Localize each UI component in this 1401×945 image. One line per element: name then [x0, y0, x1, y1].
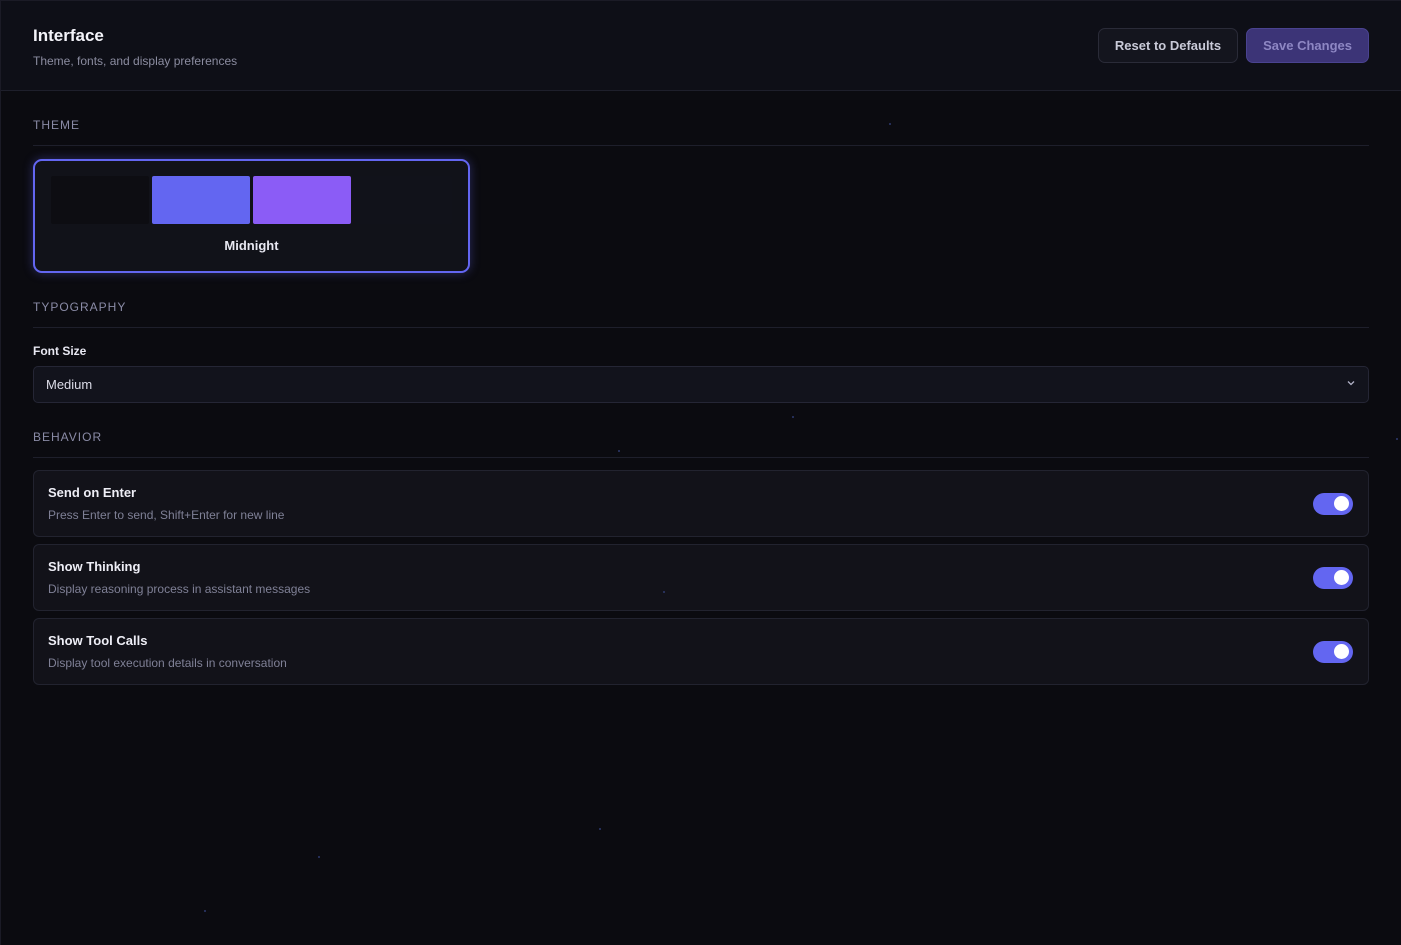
theme-swatch: [253, 176, 351, 224]
theme-card-midnight[interactable]: Midnight: [33, 159, 470, 273]
settings-content: THEME Midnight TYPOGRAPHY Font Size Medi…: [1, 91, 1401, 685]
toggle-label: Send on Enter: [48, 485, 137, 500]
show-thinking-toggle[interactable]: [1313, 566, 1353, 589]
behavior-section-title: BEHAVIOR: [33, 403, 1369, 458]
page-header: Interface Theme, fonts, and display pref…: [1, 1, 1401, 91]
theme-swatch: [152, 176, 250, 224]
toggle-row-send-on-enter: Send on Enter Press Enter to send, Shift…: [33, 470, 1369, 537]
toggle-row-show-thinking: Show Thinking Display reasoning process …: [33, 544, 1369, 611]
font-size-select-value: Medium: [46, 377, 93, 392]
background-star-dot: [1396, 438, 1398, 440]
toggle-knob: [1334, 496, 1349, 511]
header-text: Interface Theme, fonts, and display pref…: [33, 24, 237, 68]
behavior-toggle-list: Send on Enter Press Enter to send, Shift…: [33, 470, 1369, 685]
page-title: Interface: [33, 25, 104, 45]
toggle-label: Show Thinking: [48, 559, 141, 574]
theme-swatch: [354, 176, 452, 224]
toggle-label: Show Tool Calls: [48, 633, 148, 648]
send-on-enter-toggle[interactable]: [1313, 492, 1353, 515]
toggle-description: Display tool execution details in conver…: [48, 656, 287, 670]
toggle-description: Display reasoning process in assistant m…: [48, 582, 311, 596]
chevron-down-icon: [1346, 378, 1356, 391]
reset-to-defaults-button[interactable]: Reset to Defaults: [1097, 28, 1239, 63]
theme-section-title: THEME: [33, 91, 1369, 146]
toggle-row-show-tool-calls: Show Tool Calls Display tool execution d…: [33, 618, 1369, 685]
toggle-description: Press Enter to send, Shift+Enter for new…: [48, 508, 285, 522]
toggle-text: Send on Enter Press Enter to send, Shift…: [48, 485, 284, 522]
theme-name: Midnight: [224, 238, 279, 253]
theme-swatches: [51, 176, 452, 224]
theme-swatch: [51, 176, 149, 224]
background-star-dot: [663, 591, 665, 593]
font-size-select[interactable]: Medium: [33, 366, 1369, 403]
toggle-knob: [1334, 570, 1349, 585]
toggle-text: Show Tool Calls Display tool execution d…: [48, 633, 287, 670]
header-actions: Reset to Defaults Save Changes: [1097, 28, 1369, 63]
background-star-dot: [204, 910, 206, 912]
save-changes-button[interactable]: Save Changes: [1246, 28, 1369, 63]
background-star-dot: [318, 856, 320, 858]
typography-section-title: TYPOGRAPHY: [33, 273, 1369, 328]
page-subtitle: Theme, fonts, and display preferences: [33, 53, 238, 68]
background-star-dot: [599, 828, 601, 830]
show-tool-calls-toggle[interactable]: [1313, 640, 1353, 663]
font-size-label: Font Size: [33, 344, 87, 358]
background-star-dot: [792, 416, 794, 418]
background-star-dot: [618, 450, 620, 452]
toggle-text: Show Thinking Display reasoning process …: [48, 559, 310, 596]
background-star-dot: [889, 123, 891, 125]
toggle-knob: [1334, 644, 1349, 659]
interface-settings-page: Interface Theme, fonts, and display pref…: [0, 0, 1401, 945]
